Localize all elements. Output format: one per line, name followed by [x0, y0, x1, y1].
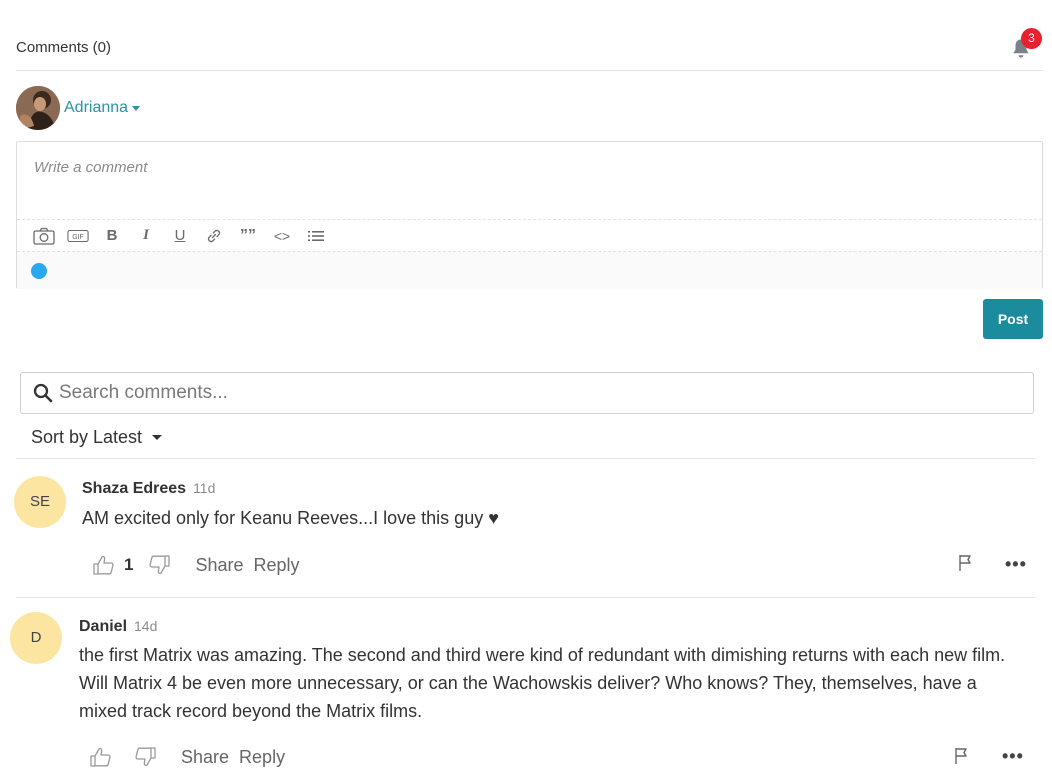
user-avatar [16, 86, 60, 130]
reply-button[interactable]: Reply [254, 555, 300, 576]
post-button[interactable]: Post [983, 299, 1043, 339]
chevron-down-icon [132, 105, 141, 111]
camera-icon[interactable] [33, 226, 55, 246]
dislike-button[interactable] [147, 554, 171, 576]
chevron-down-icon [152, 435, 163, 440]
flag-icon[interactable] [954, 747, 970, 770]
like-button[interactable]: 1 [92, 554, 133, 576]
formatting-toolbar: GIF B I U ”” <> [17, 219, 1042, 252]
quote-icon[interactable]: ”” [237, 226, 259, 246]
comment-author[interactable]: Daniel [79, 618, 127, 636]
comment-header: Shaza Edrees 11d [82, 480, 215, 498]
user-name-dropdown[interactable]: Adrianna [64, 99, 141, 117]
dislike-button[interactable] [133, 746, 157, 768]
share-button[interactable]: Share [181, 747, 229, 768]
thumbs-down-icon [135, 747, 156, 767]
italic-icon[interactable]: I [135, 226, 157, 246]
comment-editor: GIF B I U ”” <> [16, 141, 1043, 289]
comment-actions: 1 Share Reply [92, 554, 300, 576]
comment-author[interactable]: Shaza Edrees [82, 480, 186, 498]
comment-text: the first Matrix was amazing. The second… [79, 645, 1006, 721]
commenter-identity: Adrianna [16, 86, 141, 130]
sort-label: Sort by Latest [31, 427, 143, 447]
notifications-button[interactable]: 3 [1011, 28, 1042, 60]
comments-header: Comments (0) 3 [16, 28, 1043, 71]
search-icon [33, 383, 53, 403]
user-name: Adrianna [64, 99, 129, 116]
editor-footer [17, 252, 1042, 289]
comment-header: Daniel 14d [79, 618, 157, 636]
flag-icon[interactable] [958, 554, 974, 577]
thumbs-down-icon [149, 555, 171, 575]
divider [16, 458, 1036, 459]
gif-icon[interactable]: GIF [67, 226, 89, 246]
sort-dropdown[interactable]: Sort by Latest [31, 427, 163, 448]
reply-button[interactable]: Reply [239, 747, 285, 768]
like-button[interactable] [89, 746, 113, 768]
more-options-icon[interactable]: ••• [1005, 554, 1027, 575]
divider [16, 597, 1036, 598]
comment-actions: Share Reply [89, 746, 285, 768]
share-button[interactable]: Share [195, 555, 243, 576]
search-input[interactable] [59, 382, 999, 404]
link-icon[interactable] [203, 226, 225, 246]
comment-avatar: D [10, 612, 62, 664]
more-options-icon[interactable]: ••• [1002, 746, 1024, 767]
comments-count-title: Comments (0) [16, 39, 112, 56]
comment-text: AM excited only for Keanu Reeves...I lov… [82, 508, 499, 528]
status-dot-icon [31, 263, 47, 279]
comment-timestamp: 11d [193, 480, 216, 496]
like-count: 1 [124, 555, 134, 574]
thumbs-up-icon [93, 555, 114, 575]
comment-avatar: SE [14, 476, 66, 528]
underline-icon[interactable]: U [169, 226, 191, 246]
comment-timestamp: 14d [134, 618, 158, 634]
code-icon[interactable]: <> [271, 226, 293, 246]
list-icon[interactable] [305, 226, 327, 246]
thumbs-up-icon [90, 747, 111, 767]
gif-label: GIF [72, 233, 83, 240]
notification-badge: 3 [1021, 28, 1042, 49]
comment-input[interactable] [17, 142, 1042, 219]
bold-icon[interactable]: B [101, 226, 123, 246]
search-comments [20, 372, 1034, 414]
